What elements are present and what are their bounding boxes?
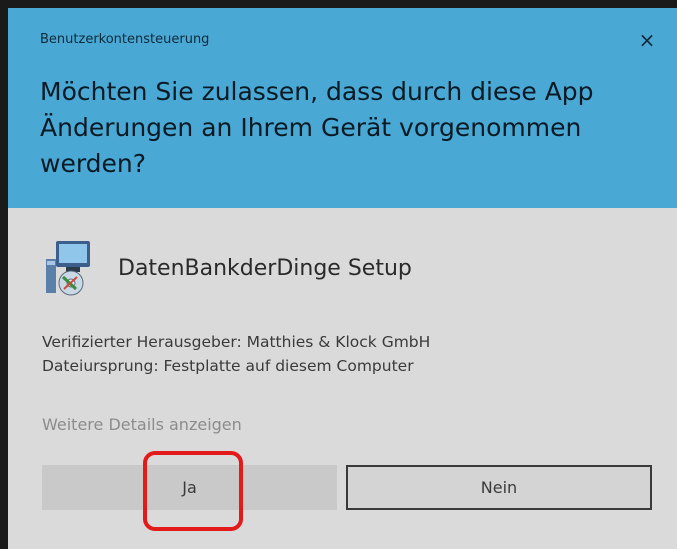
close-icon[interactable]: × (637, 30, 657, 50)
highlight-annotation (143, 451, 243, 531)
dialog-body: DatenBankderDinge Setup Verifizierter He… (8, 208, 677, 549)
origin-line: Dateiursprung: Festplatte auf diesem Com… (42, 357, 414, 375)
setup-installer-icon (46, 241, 90, 296)
uac-dialog: Benutzerkontensteuerung × Möchten Sie zu… (8, 8, 677, 549)
publisher-info: Verifizierter Herausgeber: Matthies & Kl… (42, 330, 430, 378)
dialog-header: Benutzerkontensteuerung × Möchten Sie zu… (8, 8, 677, 208)
publisher-line: Verifizierter Herausgeber: Matthies & Kl… (42, 333, 431, 351)
show-details-link[interactable]: Weitere Details anzeigen (42, 415, 242, 434)
app-name: DatenBankderDinge Setup (118, 255, 412, 281)
window-title: Benutzerkontensteuerung (40, 32, 210, 47)
consent-question: Möchten Sie zulassen, dass durch diese A… (40, 77, 594, 178)
app-info-row: DatenBankderDinge Setup (42, 236, 412, 300)
no-button[interactable]: Nein (346, 465, 652, 510)
